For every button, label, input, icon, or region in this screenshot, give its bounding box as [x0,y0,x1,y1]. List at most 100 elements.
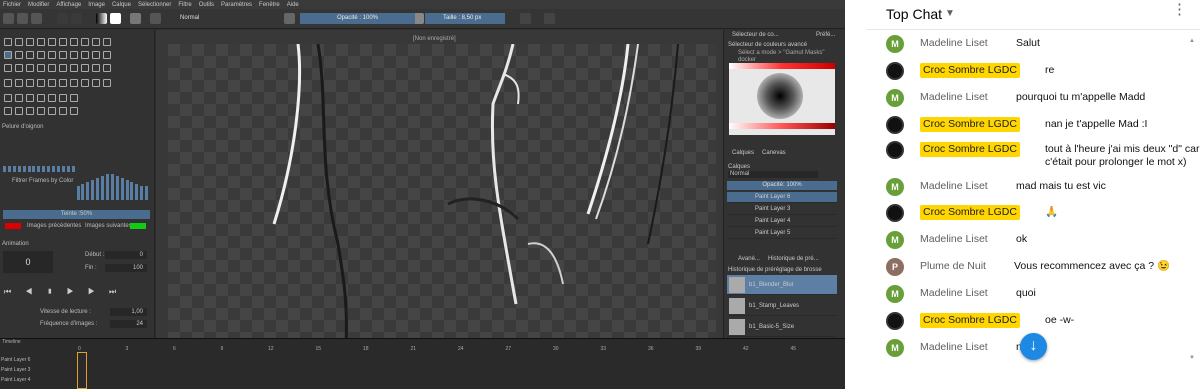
tool-icon[interactable] [103,38,111,46]
scroll-up-icon[interactable]: ▲ [1189,38,1195,44]
timeline-layer-row[interactable]: Paint Layer 6 [0,356,78,365]
onion-skin-bar[interactable] [61,166,65,172]
fps-field[interactable]: 24 [110,320,147,328]
avatar[interactable] [886,204,904,222]
onion-skin-bar[interactable] [3,166,6,172]
tool-icon[interactable] [26,51,34,59]
menu-selectionner[interactable]: Sélectionner [138,2,171,8]
tool-icon[interactable] [59,79,67,87]
layer-row[interactable]: Paint Layer 5 [727,228,837,239]
onion-skin-bar[interactable] [66,166,70,172]
onion-skin-bar[interactable] [96,178,100,200]
tool-icon[interactable] [26,107,34,115]
tool-icon[interactable] [15,79,23,87]
onion-skin-bar[interactable] [81,184,85,200]
tool-icon[interactable] [37,107,45,115]
tint-slider[interactable]: Teinte :50% [3,210,150,219]
hue-bar[interactable] [729,63,835,69]
onion-skin-bar[interactable] [52,166,55,172]
tool-icon[interactable] [103,64,111,72]
onion-skin-bar[interactable] [125,180,129,200]
onion-skin-bar[interactable] [86,182,90,200]
timeline-playhead[interactable] [77,352,87,389]
brush-history-item[interactable]: b1_Blender_Blur [727,275,837,295]
tool-icon[interactable] [4,94,12,102]
tool-icon[interactable] [70,64,78,72]
chat-author[interactable]: Croc Sombre LGDC [920,117,1020,132]
onion-skin-bar[interactable] [71,166,75,172]
end-field[interactable]: 100 [105,264,147,272]
tool-icon[interactable] [48,51,56,59]
tool-icon[interactable] [59,94,67,102]
filter-by-color-checkbox[interactable]: Filtrer Frames by Color [12,178,73,184]
tool-icon[interactable] [4,64,12,72]
open-icon[interactable] [17,13,28,24]
chevron-down-icon[interactable]: ▼ [945,8,955,19]
onion-skin-bar[interactable] [37,166,41,172]
onion-skin-bar[interactable] [17,166,21,172]
layer-opacity-slider[interactable]: Opacité: 100% [727,181,837,190]
tab-canvas[interactable]: Canevas [762,150,786,156]
onion-skin-bar[interactable] [130,182,134,200]
tool-icon[interactable] [15,51,23,59]
onion-skin-bar[interactable] [140,186,144,200]
eraser-icon[interactable] [284,13,295,24]
onion-skin-bar[interactable] [115,176,119,200]
tool-icon[interactable] [26,38,34,46]
tool-icon[interactable] [37,38,45,46]
tool-icon[interactable] [81,51,89,59]
menu-aide[interactable]: Aide [287,2,299,8]
menu-filtre[interactable]: Filtre [178,2,191,8]
tool-icon[interactable] [15,38,23,46]
onion-skin-bar[interactable] [76,186,80,200]
save-icon[interactable] [31,13,42,24]
menu-image[interactable]: Image [88,2,105,8]
tool-icon[interactable] [15,107,23,115]
color-wheel[interactable] [757,73,803,119]
chat-author[interactable]: Madeline Liset [920,180,988,193]
tool-icon[interactable] [48,79,56,87]
tab-preferences[interactable]: Préfé... [816,32,835,38]
tool-icon[interactable] [37,51,45,59]
tool-icon[interactable] [37,94,45,102]
menu-fenetre[interactable]: Fenêtre [259,2,280,8]
jump-to-latest-button[interactable]: ↓ [1020,333,1047,360]
blend-mode-select[interactable]: Normal [180,15,199,21]
layer-blend-select[interactable]: Normal [728,171,818,178]
layer-row[interactable]: Paint Layer 4 [727,216,837,227]
redo-icon[interactable] [71,13,82,24]
chat-author[interactable]: Croc Sombre LGDC [920,142,1020,157]
opacity-slider[interactable]: Opacité : 100% [300,13,415,24]
tool-icon[interactable] [70,38,78,46]
tab-brush-history[interactable]: Historique de pré... [768,256,819,262]
mirror-icon[interactable] [520,13,531,24]
tool-icon[interactable] [48,64,56,72]
tool-icon[interactable] [26,94,34,102]
avatar[interactable] [886,62,904,80]
more-vert-icon[interactable]: ⋮ [1172,2,1187,17]
tool-icon[interactable] [92,79,100,87]
onion-skin-bar[interactable] [120,178,124,200]
tool-icon[interactable] [59,51,67,59]
chat-author[interactable]: Croc Sombre LGDC [920,313,1020,328]
current-frame-field[interactable]: 0 [3,251,53,273]
tool-icon[interactable] [92,38,100,46]
onion-skin-bar[interactable] [22,166,26,172]
chat-author[interactable]: Croc Sombre LGDC [920,63,1020,78]
brush-history-item[interactable]: b1_Basic-5_Size [727,317,837,337]
tool-icon[interactable] [59,64,67,72]
chat-author[interactable]: Madeline Liset [920,233,988,246]
avatar[interactable]: M [886,35,904,53]
tab-layers[interactable]: Calques [732,150,754,156]
menu-fichier[interactable]: Fichier [3,2,21,8]
tool-icon[interactable] [48,94,56,102]
onion-skin-bar[interactable] [32,166,36,172]
menu-calque[interactable]: Calque [112,2,131,8]
tool-icon[interactable] [4,79,12,87]
menu-affichage[interactable]: Affichage [56,2,81,8]
chat-author[interactable]: Madeline Liset [920,287,988,300]
timeline-layer-row[interactable]: Paint Layer 4 [0,376,78,385]
tool-icon[interactable] [4,38,12,46]
new-document-icon[interactable] [3,13,14,24]
chat-author[interactable]: Croc Sombre LGDC [920,205,1020,220]
